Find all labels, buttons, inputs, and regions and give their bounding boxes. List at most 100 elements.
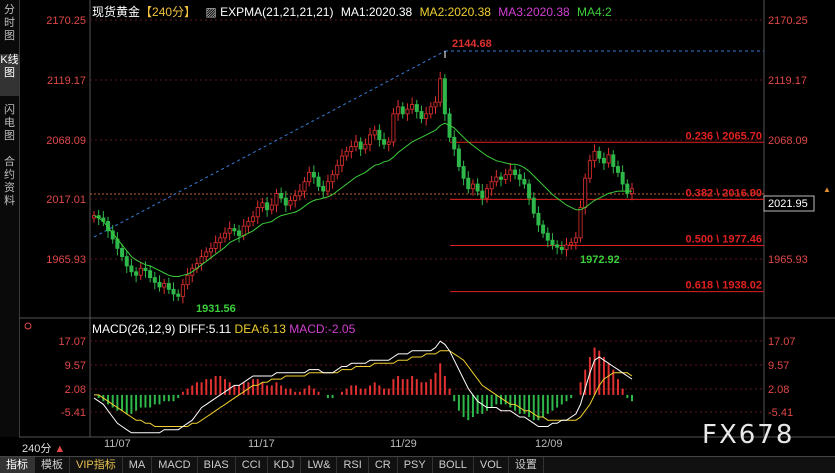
price-grid [90, 19, 764, 260]
tab-psy[interactable]: PSY [398, 457, 433, 473]
candle-body [213, 242, 218, 249]
candle-body [522, 178, 527, 185]
candle-body [377, 129, 382, 141]
symbol-name: 现货黄金 [92, 5, 141, 19]
candle-body [237, 230, 242, 236]
macd-header: MACD(26,12,9) DIFF:5.11 DEA:6.13 MACD:-2… [92, 322, 355, 336]
candle-body [372, 129, 377, 136]
price-tick-label: 2017.01 [46, 194, 86, 206]
tab-kdj[interactable]: KDJ [268, 457, 302, 473]
candle-body [124, 256, 129, 267]
macd-axis-left: 17.07 9.57 2.08 -5.41 [58, 336, 86, 419]
candle-body [456, 148, 461, 167]
tab-boll[interactable]: BOLL [433, 457, 474, 473]
tab-vol[interactable]: VOL [474, 457, 509, 473]
candle-body [246, 221, 251, 227]
candle-body [222, 232, 227, 239]
candle-body [461, 166, 466, 179]
candle-body [288, 200, 293, 206]
candle-body [129, 265, 134, 273]
x-tick-label: 11/17 [248, 438, 275, 450]
candle-body [480, 190, 485, 199]
candle-body [152, 277, 157, 283]
tab-cr[interactable]: CR [369, 457, 398, 473]
candle-body [162, 283, 167, 288]
candle-body [279, 193, 284, 199]
candle-body [204, 251, 209, 257]
tab-macd[interactable]: MACD [152, 457, 198, 473]
candle-body [363, 143, 368, 150]
fib-label: 0.382 \ 2016.90 [686, 187, 762, 199]
candle-body [171, 288, 176, 295]
tab-cci[interactable]: CCI [236, 457, 268, 473]
candle-body [349, 146, 354, 152]
ma4-value: MA4:2 [577, 5, 612, 19]
high-annotation: 2144.68 [452, 38, 492, 50]
trend-line [93, 50, 446, 238]
candle-body [358, 141, 363, 150]
candle-body [513, 169, 518, 176]
candle-body [536, 212, 541, 226]
candle-body [255, 207, 260, 218]
macd-tick-label: 9.57 [65, 360, 86, 372]
candle-body [466, 177, 471, 190]
candle-body [396, 106, 401, 115]
candle-body [541, 224, 546, 234]
candle-body [269, 204, 274, 211]
candle-body [353, 141, 358, 148]
diff-line [93, 340, 633, 434]
tab-lw[interactable]: LW& [301, 457, 338, 473]
candle-body [555, 244, 560, 248]
x-tick-label: 11/07 [104, 438, 131, 450]
candle-body [583, 177, 588, 208]
candle-body [316, 176, 321, 187]
candle-body [419, 111, 424, 119]
tab-settings[interactable]: 设置 [509, 457, 544, 473]
low-annotation-1: 1931.56 [196, 303, 236, 315]
price-tick-label: 2068.09 [46, 135, 86, 147]
candle-body [438, 78, 443, 103]
period-selector-label: 240分 [22, 443, 52, 455]
chart-window: 分时图 K线图 闪电图 合约资料 2170.25 2119.17 2068.09… [0, 0, 835, 473]
candle-body [166, 283, 171, 290]
price-axis-left: 2170.25 2119.17 2068.09 2017.01 1965.93 [46, 15, 86, 266]
price-tick-label: 2119.17 [768, 75, 807, 87]
candle-body [503, 174, 508, 180]
tab-vip-indicator[interactable]: VIP指标 [70, 457, 123, 473]
macd-name: MACD(26,12,9) [92, 322, 176, 336]
candle-body [199, 256, 204, 264]
tab-ma[interactable]: MA [123, 457, 153, 473]
candle-body [400, 106, 405, 115]
candle-body [452, 136, 457, 150]
candle-body [620, 171, 625, 185]
candle-body [157, 281, 162, 288]
candle-body [550, 239, 555, 246]
candlestick-series [92, 71, 635, 304]
candle-body [368, 134, 373, 145]
tab-template[interactable]: 模板 [35, 457, 70, 473]
tab-rsi[interactable]: RSI [337, 457, 369, 473]
candle-body [138, 267, 143, 276]
candle-body [391, 113, 396, 143]
indicator-icon[interactable]: ▨ [205, 5, 216, 19]
candle-body [484, 188, 489, 199]
period-selector[interactable]: 240分 ▲ [22, 440, 65, 456]
macd-tick-label: 9.57 [768, 360, 789, 372]
macd-dea: DEA:6.13 [234, 322, 286, 336]
candle-body [433, 101, 438, 108]
candle-body [241, 225, 246, 236]
candle-body [274, 193, 279, 206]
macd-tick-label: 2.08 [768, 384, 789, 396]
candle-body [410, 104, 415, 110]
tab-indicator[interactable]: 指标 [0, 457, 35, 473]
candle-body [606, 154, 611, 164]
macd-diff: DIFF:5.11 [178, 322, 232, 336]
tab-bias[interactable]: BIAS [198, 457, 236, 473]
price-axis-right: 2170.25 2119.17 2068.09 1965.93 [768, 15, 808, 266]
candle-body [470, 183, 475, 190]
chart-canvas: 2170.25 2119.17 2068.09 2017.01 1965.93 … [19, 0, 835, 438]
candle-body [414, 104, 419, 112]
macd-tick-label: -5.41 [768, 407, 793, 419]
candle-body [297, 190, 302, 197]
macd-settings-icon[interactable] [24, 322, 32, 330]
